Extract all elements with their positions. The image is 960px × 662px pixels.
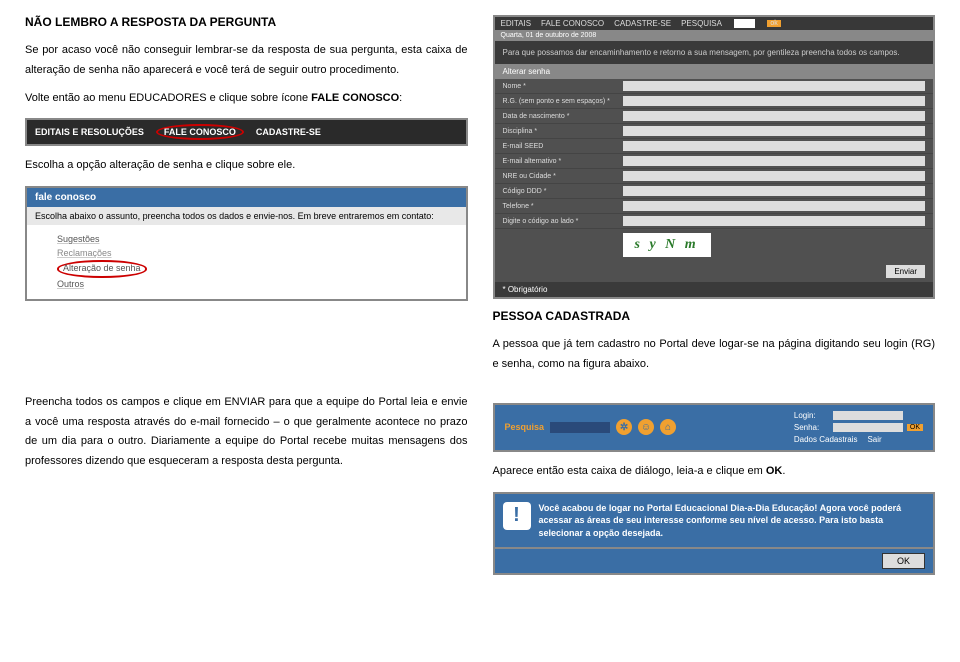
- field-label: Data de nascimento *: [503, 113, 623, 120]
- paragraph: Aparece então esta caixa de diálogo, lei…: [493, 462, 936, 482]
- obligatory-note: * Obrigatório: [495, 282, 934, 297]
- text-bold: FALE CONOSCO: [311, 92, 399, 104]
- fale-conosco-box: fale conosco Escolha abaixo o assunto, p…: [25, 186, 468, 301]
- paragraph: A pessoa que já tem cadastro no Portal d…: [493, 335, 936, 375]
- field-input: [623, 96, 926, 106]
- search-icon: ✲: [616, 419, 632, 435]
- form-field: Digite o código ao lado *: [495, 214, 934, 229]
- field-label: E-mail SEED: [503, 143, 623, 150]
- option: Outros: [57, 278, 436, 292]
- pesquisa-field: [550, 422, 610, 433]
- login-input: [833, 411, 903, 420]
- dialog-ok-button: OK: [882, 553, 925, 569]
- field-label: E-mail alternativo *: [503, 158, 623, 165]
- nav-item: CADASTRE-SE: [256, 127, 321, 137]
- field-input: [623, 81, 926, 91]
- section-title: NÃO LEMBRO A RESPOSTA DA PERGUNTA: [25, 15, 468, 29]
- field-label: Digite o código ao lado *: [503, 218, 623, 225]
- text: :: [399, 92, 402, 104]
- form-screenshot: EDITAIS FALE CONOSCO CADASTRE-SE PESQUIS…: [493, 15, 936, 299]
- user-icon: ☺: [638, 419, 654, 435]
- option-circled: Alteração de senha: [57, 260, 436, 278]
- senha-input: [833, 423, 903, 432]
- sair-link: Sair: [867, 435, 881, 444]
- paragraph: Preencha todos os campos e clique em ENV…: [25, 393, 468, 472]
- dados-link: Dados Cadastrais: [794, 435, 858, 444]
- fale-subtitle: Escolha abaixo o assunto, preencha todos…: [27, 207, 466, 225]
- topbar-link: EDITAIS: [501, 19, 532, 28]
- field-input: [623, 186, 926, 196]
- field-label: Disciplina *: [503, 128, 623, 135]
- login-bottom: Dados Cadastrais Sair: [794, 435, 923, 444]
- form-section-title: Alterar senha: [495, 64, 934, 79]
- senha-label: Senha:: [794, 423, 829, 432]
- paragraph: Volte então ao menu EDUCADORES e clique …: [25, 89, 468, 109]
- nav-item: EDITAIS E RESOLUÇÕES: [35, 127, 144, 137]
- circled-nav-item: FALE CONOSCO: [156, 124, 244, 140]
- fale-options: Sugestões Reclamações Alteração de senha…: [27, 225, 466, 299]
- ok-button: ok: [767, 20, 780, 27]
- form-field: E-mail SEED: [495, 139, 934, 154]
- field-input: [623, 171, 926, 181]
- login-label: Login:: [794, 411, 829, 420]
- field-input: [623, 126, 926, 136]
- field-input: [623, 201, 926, 211]
- form-field: E-mail alternativo *: [495, 154, 934, 169]
- search-input: [734, 19, 755, 28]
- field-label: NRE ou Cidade *: [503, 173, 623, 180]
- text: Aparece então esta caixa de diálogo, lei…: [493, 465, 766, 477]
- form-field: Data de nascimento *: [495, 109, 934, 124]
- dialog-text: Você acabou de logar no Portal Educacion…: [539, 502, 926, 540]
- form-field: Telefone *: [495, 199, 934, 214]
- form-topbar: EDITAIS FALE CONOSCO CADASTRE-SE PESQUIS…: [495, 17, 934, 30]
- text: Volte então ao menu EDUCADORES e clique …: [25, 92, 311, 104]
- captcha-row: s y N m: [495, 229, 934, 261]
- section-title: PESSOA CADASTRADA: [493, 309, 936, 323]
- nav-item: FALE CONOSCO: [164, 127, 236, 137]
- enviar-button: Enviar: [886, 265, 925, 278]
- text-bold: OK: [766, 465, 783, 477]
- dialog-screenshot: ! Você acabou de logar no Portal Educaci…: [493, 492, 936, 550]
- date-bar: Quarta, 01 de outubro de 2008: [495, 30, 934, 41]
- form-intro: Para que possamos dar encaminhamento e r…: [495, 41, 934, 64]
- form-field: NRE ou Cidade *: [495, 169, 934, 184]
- login-ok-button: OK: [907, 424, 923, 431]
- fale-header: fale conosco: [27, 188, 466, 207]
- navbar-screenshot: EDITAIS E RESOLUÇÕES FALE CONOSCO CADAST…: [25, 118, 468, 146]
- pesquisa-label: Pesquisa: [505, 422, 545, 432]
- login-left: Pesquisa ✲ ☺ ⌂: [505, 419, 677, 435]
- field-input: [623, 111, 926, 121]
- form-field: Código DDD *: [495, 184, 934, 199]
- topbar-link: FALE CONOSCO: [541, 19, 604, 28]
- form-field: Nome *: [495, 79, 934, 94]
- topbar-label: PESQUISA: [681, 19, 722, 28]
- topbar-link: CADASTRE-SE: [614, 19, 671, 28]
- option-strike: Reclamações: [57, 247, 436, 261]
- dialog-footer: OK: [493, 549, 936, 575]
- paragraph: Escolha a opção alteração de senha e cli…: [25, 156, 468, 176]
- field-input: [623, 216, 926, 226]
- login-screenshot: Pesquisa ✲ ☺ ⌂ Login: Senha: OK Dados Ca…: [493, 403, 936, 452]
- field-label: Nome *: [503, 83, 623, 90]
- login-row: Login:: [794, 411, 923, 420]
- field-label: Telefone *: [503, 203, 623, 210]
- oval-mark: Alteração de senha: [57, 260, 147, 278]
- field-input: [623, 156, 926, 166]
- option: Sugestões: [57, 233, 436, 247]
- field-label: R.G. (sem ponto e sem espaços) *: [503, 98, 623, 105]
- home-icon: ⌂: [660, 419, 676, 435]
- field-label: Código DDD *: [503, 188, 623, 195]
- form-field: Disciplina *: [495, 124, 934, 139]
- captcha-image: s y N m: [623, 233, 711, 257]
- form-footer: Enviar: [495, 261, 934, 282]
- login-right: Login: Senha: OK Dados Cadastrais Sair: [794, 411, 923, 444]
- paragraph: Se por acaso você não conseguir lembrar-…: [25, 41, 468, 81]
- text: .: [782, 465, 785, 477]
- form-field: R.G. (sem ponto e sem espaços) *: [495, 94, 934, 109]
- info-icon: !: [503, 502, 531, 530]
- field-input: [623, 141, 926, 151]
- senha-row: Senha: OK: [794, 423, 923, 432]
